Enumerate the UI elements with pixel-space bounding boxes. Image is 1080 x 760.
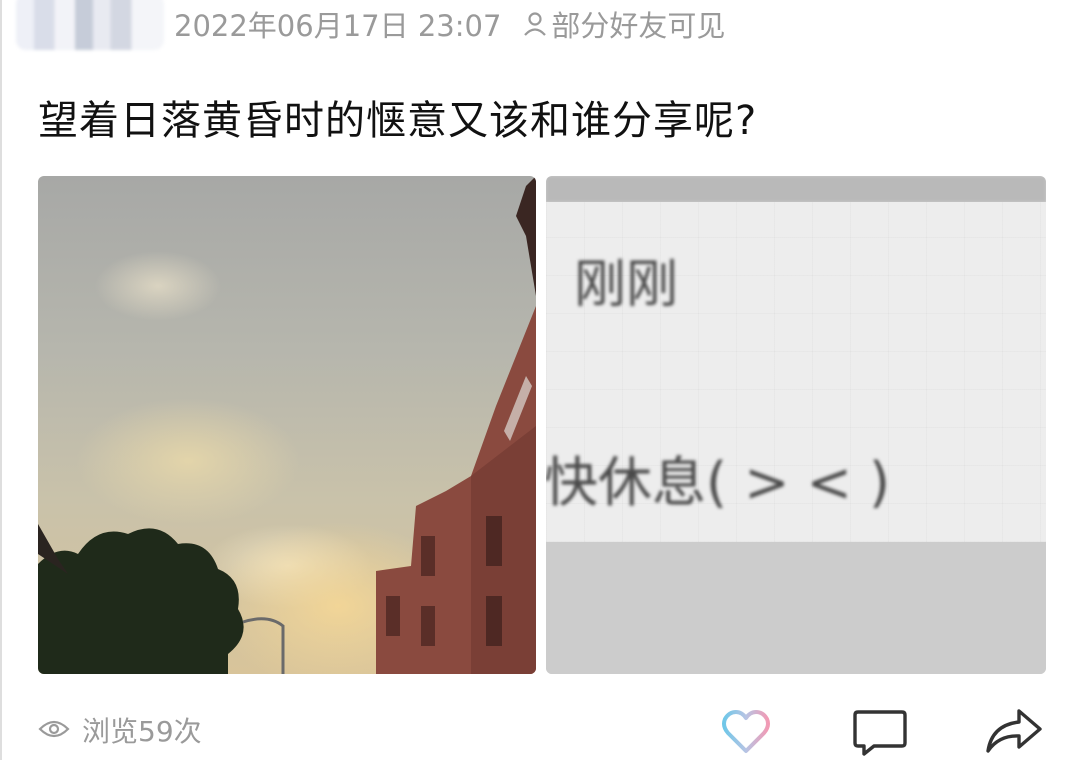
post-footer: 浏览59次 xyxy=(2,700,1080,760)
tree-silhouette xyxy=(38,524,244,674)
comment-icon xyxy=(852,707,908,757)
post-title: 望着日落黄昏时的惬意又该和谁分享呢? xyxy=(38,98,758,144)
visibility-label: 部分好友可见 xyxy=(551,9,726,43)
view-count: 浏览59次 xyxy=(38,710,202,750)
share-icon xyxy=(985,707,1043,757)
like-button[interactable] xyxy=(718,706,774,758)
moment-post: 2022年06月17日 23:07 部分好友可见 望着日落黄昏时的惬意又该和谁分… xyxy=(0,0,1080,760)
screenshot-header-bar xyxy=(546,176,1046,202)
share-button[interactable] xyxy=(986,706,1042,758)
heart-icon xyxy=(721,709,771,755)
street-lamp xyxy=(242,617,285,674)
screenshot-text-line1: 刚刚 xyxy=(574,255,679,315)
view-count-label: 浏览59次 xyxy=(82,715,202,748)
post-timestamp: 2022年06月17日 23:07 xyxy=(174,9,502,43)
post-meta: 2022年06月17日 23:07 部分好友可见 xyxy=(174,2,725,46)
comment-button[interactable] xyxy=(852,706,908,758)
person-icon xyxy=(523,11,547,37)
building-silhouette xyxy=(376,176,536,674)
screenshot-bottom xyxy=(546,542,1046,674)
post-image-screenshot[interactable]: 刚刚 快休息( > < ) xyxy=(546,176,1046,674)
screenshot-text-line2: 快休息( > < ) xyxy=(546,451,891,514)
eye-icon xyxy=(38,714,70,747)
avatar[interactable] xyxy=(16,0,164,50)
post-image-sunset[interactable] xyxy=(38,176,536,674)
visibility-indicator[interactable]: 部分好友可见 xyxy=(523,3,725,45)
